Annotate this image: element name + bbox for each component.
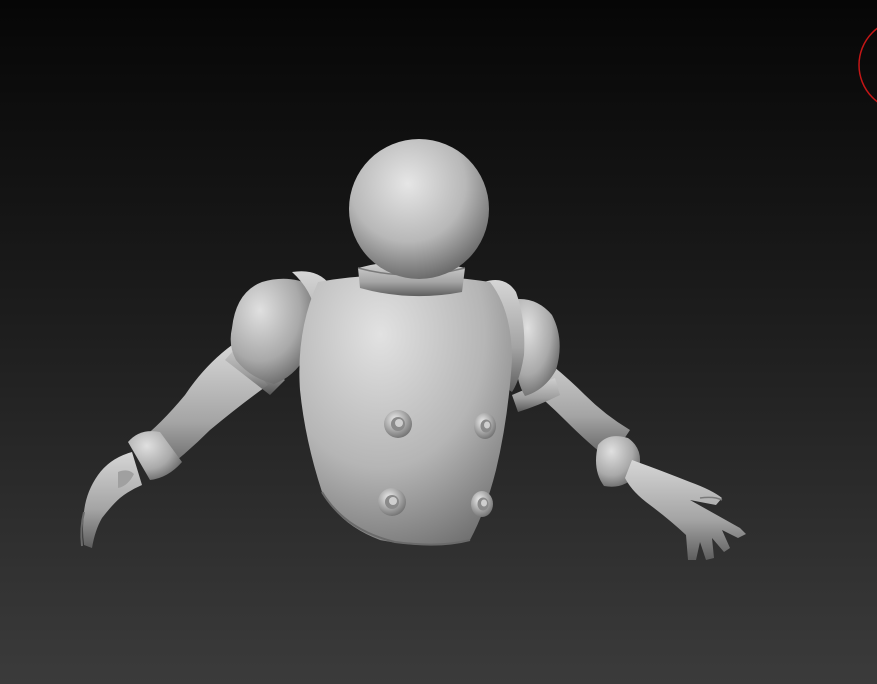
rivet	[474, 413, 496, 439]
rivet	[471, 491, 493, 517]
rivet	[378, 488, 406, 516]
3d-viewport[interactable]	[0, 0, 877, 684]
head-sphere[interactable]	[349, 139, 489, 279]
viewport-canvas[interactable]	[0, 0, 877, 684]
rivet	[384, 410, 412, 438]
